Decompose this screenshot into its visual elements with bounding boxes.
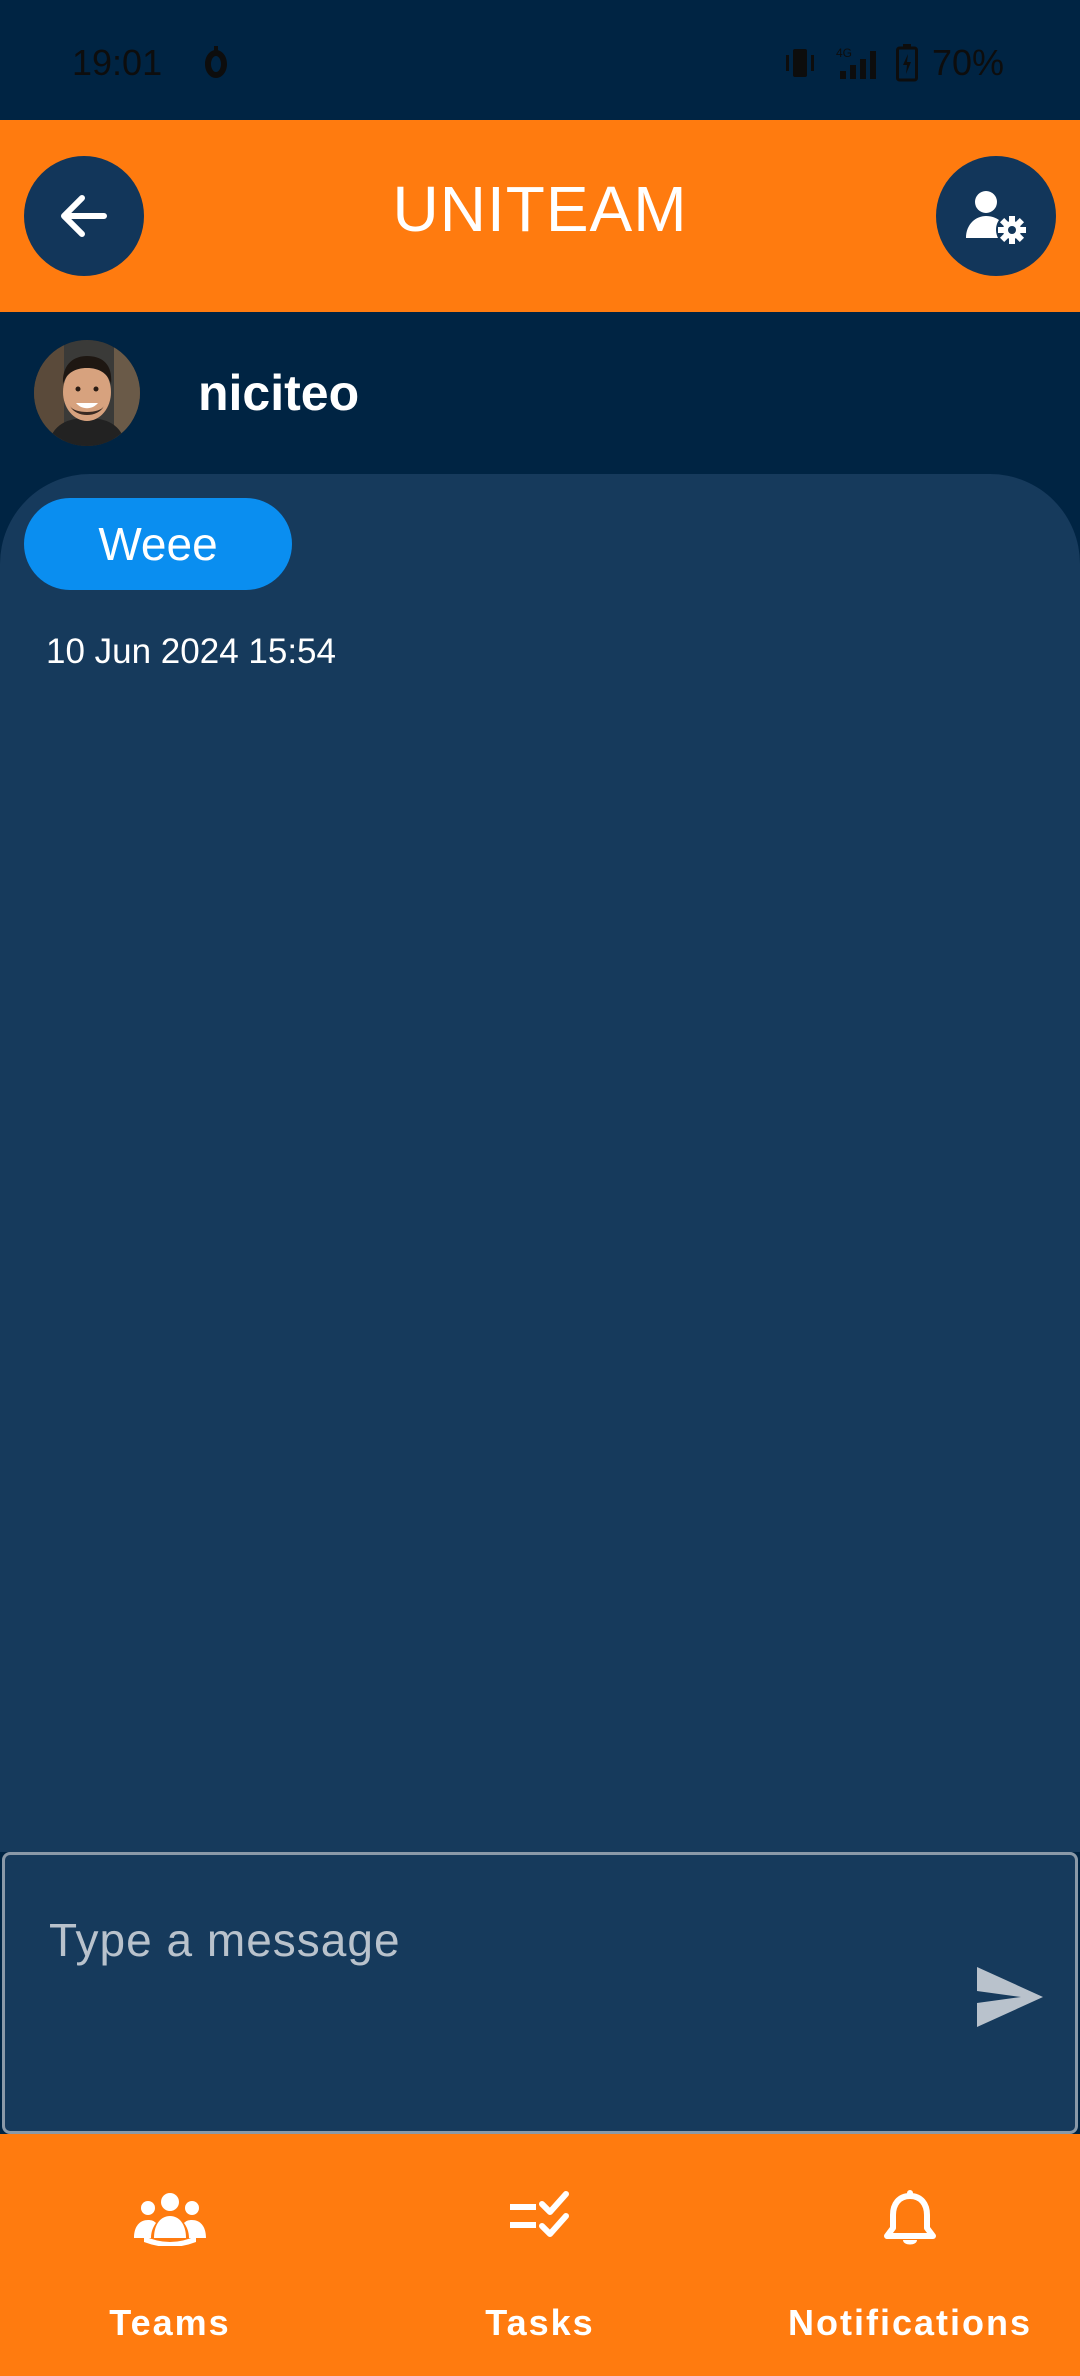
- network-type-label: 4G: [836, 46, 852, 60]
- nav-tasks-label: Tasks: [485, 2302, 595, 2343]
- message-composer: [2, 1852, 1078, 2134]
- status-time: 19:01: [72, 42, 163, 83]
- vibrate-icon: [785, 49, 814, 77]
- nav-teams[interactable]: Teams: [40, 2134, 300, 2376]
- user-photo-avatar: [34, 340, 140, 446]
- message-input[interactable]: [49, 1905, 929, 1975]
- signal-4g-icon: 4G: [836, 46, 876, 79]
- status-bar: 19:01 4G 70%: [0, 0, 1080, 120]
- nav-tasks[interactable]: Tasks: [410, 2134, 670, 2376]
- message-bubble[interactable]: Weee: [24, 498, 292, 590]
- nav-notifications[interactable]: Notifications: [760, 2134, 1060, 2376]
- checklist-icon: [510, 2191, 569, 2237]
- app-bar: UNITEAM: [0, 120, 1080, 312]
- send-icon[interactable]: [975, 1965, 1045, 2029]
- message-list[interactable]: Weee 10 Jun 2024 15:54: [0, 474, 1080, 1852]
- notification-app-icon: [205, 46, 227, 78]
- nav-notifications-label: Notifications: [787, 2302, 1032, 2343]
- user-gear-icon: [966, 191, 1026, 244]
- status-icons: 4G 70%: [782, 42, 1004, 84]
- battery-percentage: 70%: [931, 42, 1004, 83]
- chat-username[interactable]: niciteo: [198, 364, 359, 422]
- nav-teams-label: Teams: [109, 2302, 231, 2343]
- avatar[interactable]: [34, 340, 140, 446]
- message-timestamp: 10 Jun 2024 15:54: [46, 632, 336, 671]
- chat-screen: 19:01 4G 70% UNITEAM niciteo Weee 10 Jun…: [0, 0, 1080, 2376]
- bottom-navigation: Teams Tasks Notifications: [0, 2134, 1080, 2376]
- bell-icon: [884, 2190, 936, 2245]
- chat-header: niciteo: [0, 312, 1080, 474]
- people-group-icon: [134, 2193, 206, 2246]
- app-title: UNITEAM: [392, 173, 688, 245]
- user-settings-button[interactable]: [936, 156, 1056, 276]
- battery-icon: [895, 44, 918, 82]
